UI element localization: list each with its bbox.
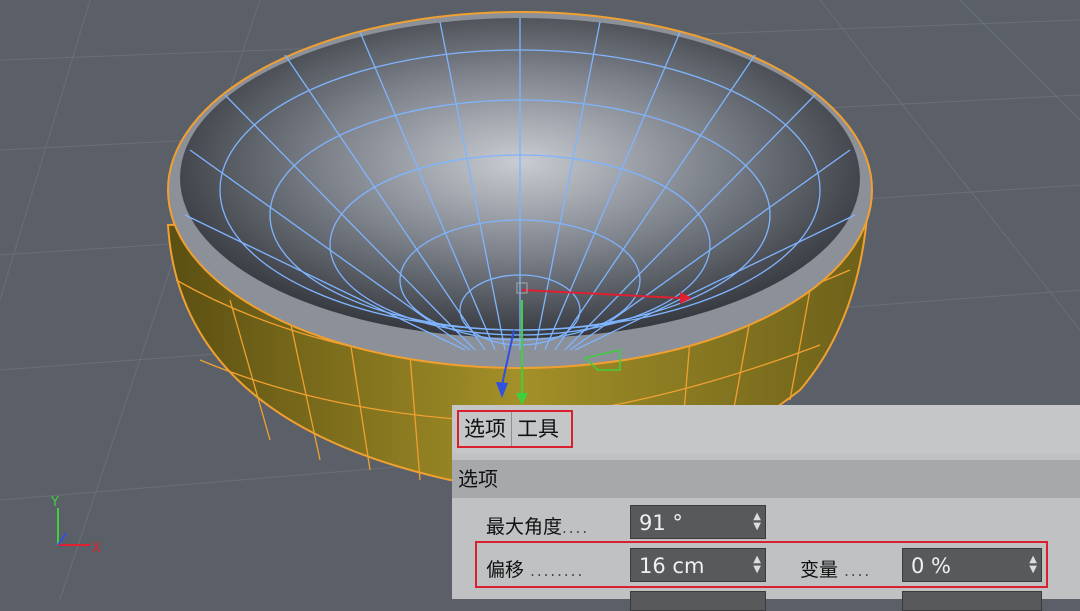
next-row-field-right[interactable] bbox=[902, 591, 1042, 611]
max-angle-spinner-icon[interactable]: ▲ ▼ bbox=[753, 512, 761, 532]
axis-y-label: Y bbox=[50, 495, 59, 510]
variation-label-text: 变量 bbox=[800, 559, 839, 581]
max-angle-label: 最大角度.... bbox=[486, 512, 589, 539]
tab-tools[interactable]: 工具 bbox=[511, 412, 564, 446]
max-angle-label-text: 最大角度 bbox=[486, 516, 563, 538]
attribute-panel: 选项 工具 选项 最大角度.... 91 ° ▲ ▼ 偏移 ........ 16… bbox=[452, 405, 1080, 611]
offset-label-text: 偏移 bbox=[486, 559, 525, 581]
next-row-field-left[interactable] bbox=[630, 591, 766, 611]
variation-value: 0 % bbox=[911, 554, 951, 578]
tab-bar: 选项 工具 bbox=[452, 405, 1080, 453]
max-angle-dots: .... bbox=[562, 519, 590, 537]
offset-spinner-icon[interactable]: ▲ ▼ bbox=[753, 555, 761, 575]
max-angle-field[interactable]: 91 ° ▲ ▼ bbox=[630, 505, 766, 539]
tab-options[interactable]: 选项 bbox=[459, 412, 511, 446]
variation-dots: .... bbox=[844, 562, 872, 580]
world-axes-indicator: Y X bbox=[50, 495, 101, 556]
axis-x-label: X bbox=[92, 541, 101, 556]
max-angle-value: 91 ° bbox=[639, 511, 683, 535]
variation-label: 变量 .... bbox=[800, 555, 871, 582]
offset-label: 偏移 ........ bbox=[486, 555, 584, 582]
offset-dots: ........ bbox=[530, 562, 585, 580]
tab-group-highlight: 选项 工具 bbox=[457, 410, 573, 448]
variation-spinner-icon[interactable]: ▲ ▼ bbox=[1029, 555, 1037, 575]
offset-field[interactable]: 16 cm ▲ ▼ bbox=[630, 548, 766, 582]
offset-value: 16 cm bbox=[639, 554, 705, 578]
variation-field[interactable]: 0 % ▲ ▼ bbox=[902, 548, 1042, 582]
section-header-options: 选项 bbox=[452, 460, 1080, 498]
